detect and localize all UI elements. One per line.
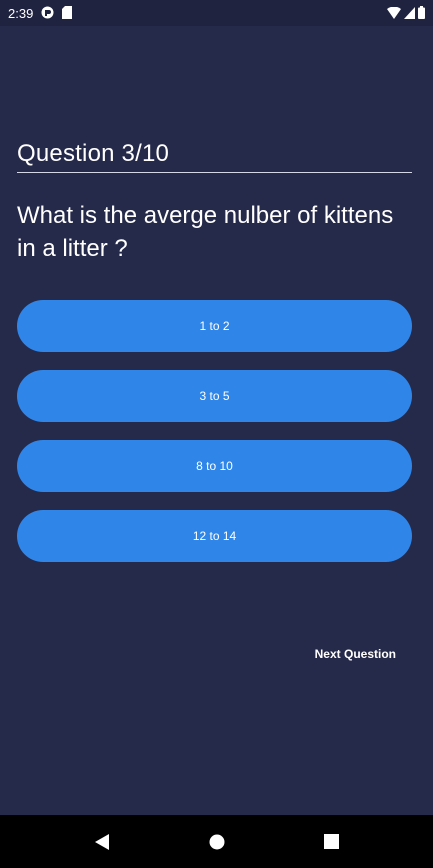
sd-card-icon xyxy=(62,4,73,23)
status-time: 2:39 xyxy=(8,5,34,21)
sync-icon xyxy=(41,4,54,23)
navigation-bar xyxy=(0,815,433,868)
answer-button-4[interactable]: 12 to 14 xyxy=(17,510,412,562)
answer-list: 1 to 2 3 to 5 8 to 10 12 to 14 xyxy=(17,300,412,580)
question-text: What is the averge nulber of kittens in … xyxy=(17,202,394,262)
next-question-button[interactable]: Next Question xyxy=(315,647,396,661)
back-icon[interactable] xyxy=(80,820,124,864)
recents-icon[interactable] xyxy=(310,820,354,864)
battery-icon xyxy=(418,4,425,23)
question-header: Question 3/10 xyxy=(17,140,412,173)
question-counter: Question 3/10 xyxy=(17,140,170,167)
answer-button-1[interactable]: 1 to 2 xyxy=(17,300,412,352)
answer-button-2[interactable]: 3 to 5 xyxy=(17,370,412,422)
status-icons xyxy=(387,4,425,23)
signal-icon xyxy=(404,4,415,23)
answer-button-3[interactable]: 8 to 10 xyxy=(17,440,412,492)
status-bar: 2:39 xyxy=(0,0,433,26)
home-icon[interactable] xyxy=(195,820,239,864)
wifi-icon xyxy=(387,4,401,23)
